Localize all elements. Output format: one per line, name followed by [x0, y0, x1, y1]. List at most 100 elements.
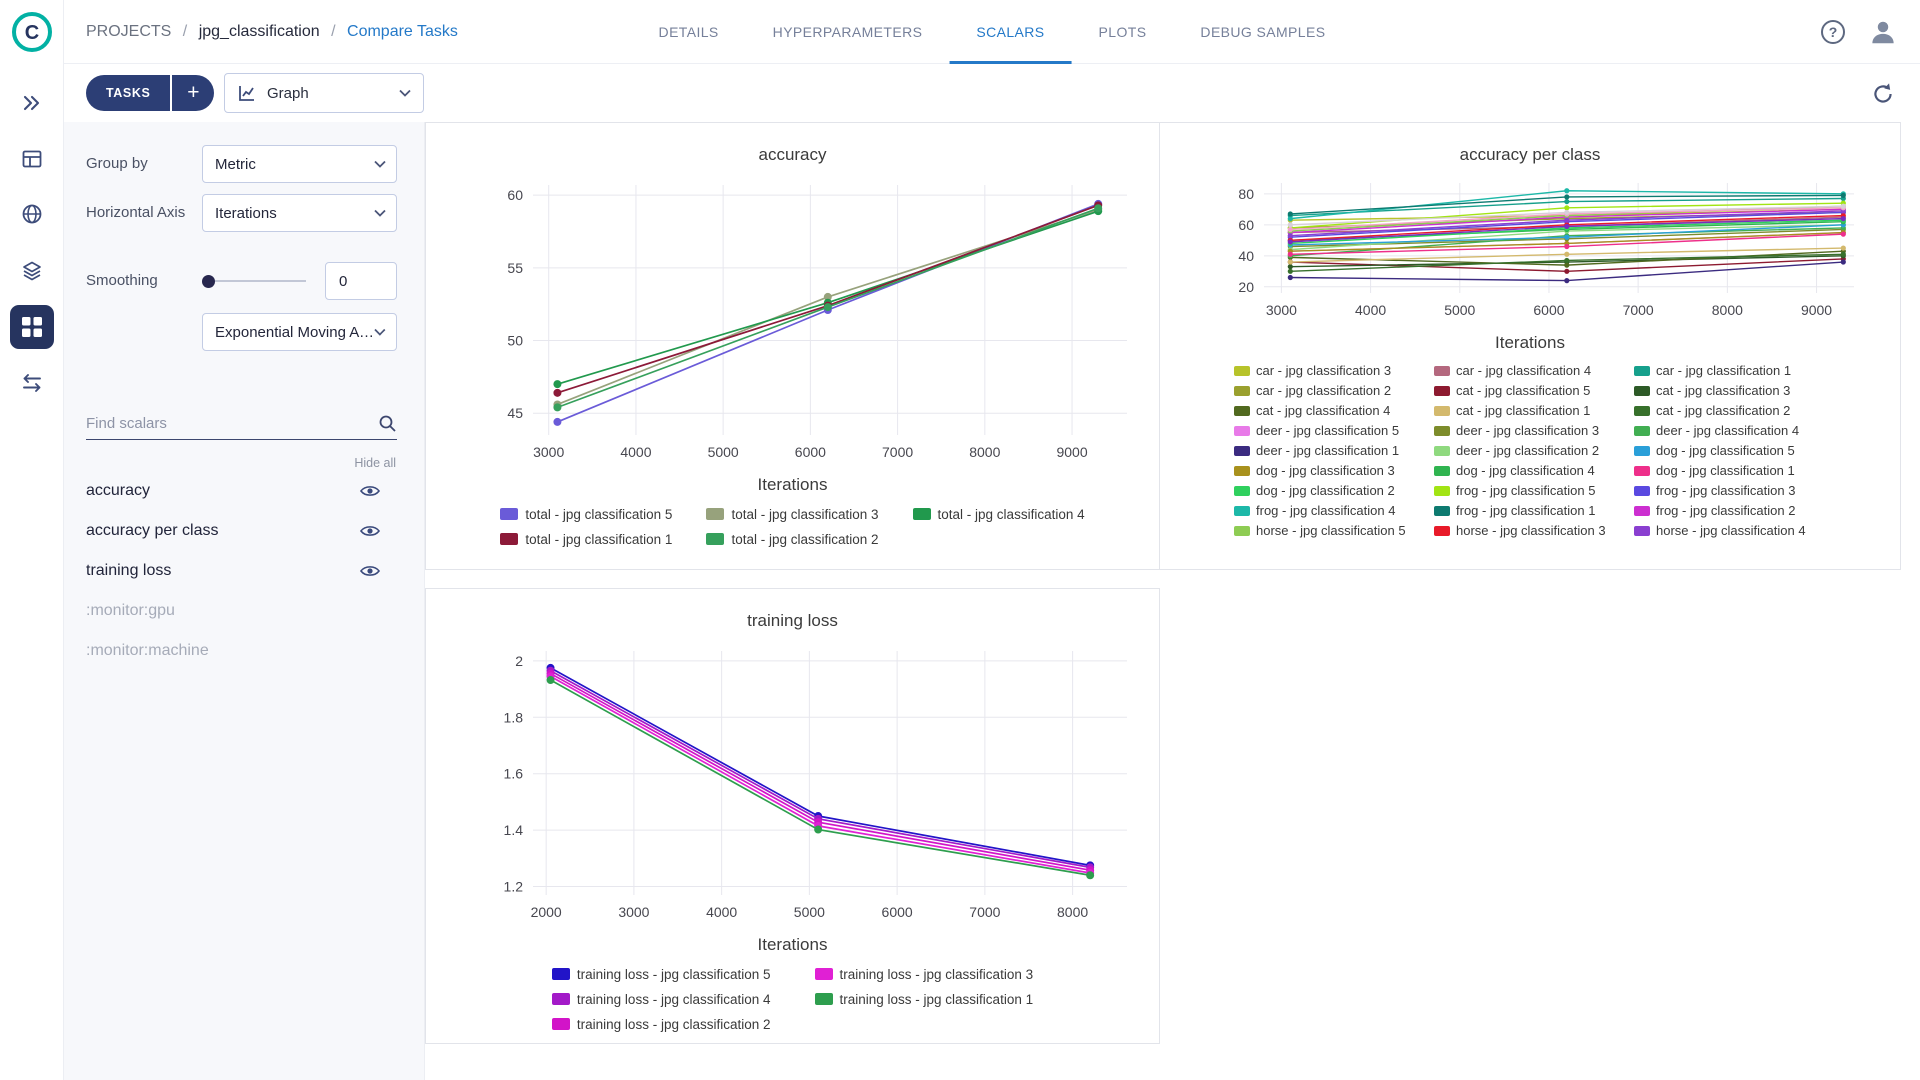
plot-accuracy[interactable]: 300040005000600070008000900045505560 [437, 169, 1149, 473]
tab-scalars[interactable]: SCALARS [949, 0, 1071, 64]
scalar-item-accuracy[interactable]: accuracy [64, 479, 425, 503]
legend-item[interactable]: deer - jpg classification 1 [1234, 442, 1426, 459]
legend-swatch [1434, 426, 1450, 436]
tab-details[interactable]: DETAILS [632, 0, 746, 64]
help-icon[interactable]: ? [1820, 19, 1846, 45]
legend-item[interactable]: total - jpg classification 3 [706, 504, 878, 524]
visibility-eye-icon[interactable] [360, 484, 380, 503]
legend-swatch [1234, 466, 1250, 476]
view-type-select[interactable]: Graph [224, 73, 424, 113]
legend-item[interactable]: total - jpg classification 4 [913, 504, 1085, 524]
legend-item[interactable]: training loss - jpg classification 3 [815, 964, 1034, 984]
scalar-item-training-loss[interactable]: training loss [64, 559, 425, 583]
legend-item[interactable]: car - jpg classification 2 [1234, 382, 1426, 399]
legend-item[interactable]: car - jpg classification 1 [1634, 362, 1826, 379]
legend-item[interactable]: frog - jpg classification 1 [1434, 502, 1626, 519]
group-by-select[interactable]: Metric [202, 145, 397, 183]
legend-item[interactable]: car - jpg classification 3 [1234, 362, 1426, 379]
legend-item[interactable]: frog - jpg classification 5 [1434, 482, 1626, 499]
nav-projects-icon[interactable] [10, 305, 54, 349]
help-glyph: ? [1829, 24, 1838, 40]
legend-item[interactable]: cat - jpg classification 3 [1634, 382, 1826, 399]
legend-label: frog - jpg classification 4 [1256, 503, 1395, 518]
top-header: PROJECTS / jpg_classification / Compare … [64, 0, 1920, 64]
legend-item[interactable]: training loss - jpg classification 2 [552, 1014, 771, 1034]
legend-item[interactable]: dog - jpg classification 5 [1634, 442, 1826, 459]
legend-item[interactable]: dog - jpg classification 2 [1234, 482, 1426, 499]
legend-item[interactable]: deer - jpg classification 4 [1634, 422, 1826, 439]
legend-item[interactable]: cat - jpg classification 1 [1434, 402, 1626, 419]
legend-item[interactable]: deer - jpg classification 3 [1434, 422, 1626, 439]
svg-text:8000: 8000 [1712, 302, 1743, 318]
legend-item[interactable]: total - jpg classification 5 [500, 504, 672, 524]
legend-item[interactable]: training loss - jpg classification 1 [815, 989, 1034, 1009]
legend-item[interactable]: training loss - jpg classification 4 [552, 989, 771, 1009]
legend-item[interactable]: cat - jpg classification 4 [1234, 402, 1426, 419]
svg-text:3000: 3000 [1266, 302, 1297, 318]
tasks-button[interactable]: TASKS [86, 75, 170, 111]
legend-item[interactable]: dog - jpg classification 4 [1434, 462, 1626, 479]
legend-item[interactable]: horse - jpg classification 5 [1234, 522, 1426, 539]
breadcrumb-projects[interactable]: PROJECTS [86, 23, 171, 40]
legend-item[interactable]: horse - jpg classification 2 [1434, 542, 1626, 545]
legend-label: frog - jpg classification 5 [1456, 483, 1595, 498]
legend-item[interactable]: horse - jpg classification 1 [1234, 542, 1426, 545]
horizontal-axis-select[interactable]: Iterations [202, 194, 397, 232]
legend-label: deer - jpg classification 4 [1656, 423, 1799, 438]
legend-item[interactable]: training loss - jpg classification 5 [552, 964, 771, 984]
hide-all-button[interactable]: Hide all [354, 456, 396, 470]
legend-item[interactable]: deer - jpg classification 5 [1234, 422, 1426, 439]
legend-label: training loss - jpg classification 4 [577, 992, 771, 1007]
legend-item[interactable]: car - jpg classification 5 [1634, 542, 1826, 545]
legend-item[interactable]: frog - jpg classification 4 [1234, 502, 1426, 519]
legend-item[interactable]: horse - jpg classification 3 [1434, 522, 1626, 539]
smoothing-value-input[interactable] [325, 262, 397, 300]
legend-swatch [1234, 386, 1250, 396]
legend-item[interactable]: total - jpg classification 1 [500, 529, 672, 549]
legend-item[interactable]: dog - jpg classification 3 [1234, 462, 1426, 479]
legend-item[interactable]: horse - jpg classification 4 [1634, 522, 1826, 539]
legend-item[interactable]: total - jpg classification 2 [706, 529, 878, 549]
smoothing-slider[interactable] [202, 274, 306, 288]
chart-legend: total - jpg classification 5 total - jpg … [500, 504, 1084, 549]
nav-pipelines-icon[interactable] [20, 371, 44, 395]
legend-item[interactable]: frog - jpg classification 3 [1634, 482, 1826, 499]
search-icon[interactable] [378, 414, 397, 433]
tab-hyperparameters[interactable]: HYPERPARAMETERS [746, 0, 950, 64]
add-task-button[interactable]: + [172, 75, 214, 111]
legend-item[interactable]: cat - jpg classification 2 [1634, 402, 1826, 419]
scalar-item-monitor-machine[interactable]: :monitor:machine [64, 639, 425, 663]
legend-swatch [1434, 486, 1450, 496]
tab-debug-samples[interactable]: DEBUG SAMPLES [1173, 0, 1352, 64]
user-avatar[interactable] [1868, 17, 1898, 47]
visibility-eye-icon[interactable] [360, 564, 380, 583]
chevron-down-icon [374, 328, 386, 336]
nav-workers-icon[interactable] [20, 202, 44, 226]
smoothing-slider-knob[interactable] [202, 275, 215, 288]
legend-item[interactable]: deer - jpg classification 2 [1434, 442, 1626, 459]
legend-item[interactable]: car - jpg classification 4 [1434, 362, 1626, 379]
smoothing-algorithm-select[interactable]: Exponential Moving Av... [202, 313, 397, 351]
nav-queues-icon[interactable] [20, 147, 44, 171]
legend-item[interactable]: cat - jpg classification 5 [1434, 382, 1626, 399]
legend-item[interactable]: frog - jpg classification 2 [1634, 502, 1826, 519]
plot-accuracy-per-class[interactable]: 300040005000600070008000900020406080 [1180, 169, 1880, 331]
find-scalars-input[interactable] [86, 410, 366, 436]
legend-label: frog - jpg classification 2 [1656, 503, 1795, 518]
nav-getting-started-icon[interactable] [20, 91, 44, 115]
legend-swatch [552, 968, 570, 980]
scalar-item-accuracy-per-class[interactable]: accuracy per class [64, 519, 425, 543]
legend-item[interactable]: dog - jpg classification 1 [1634, 462, 1826, 479]
svg-text:80: 80 [1238, 186, 1254, 202]
nav-datasets-icon[interactable] [20, 259, 44, 283]
legend-swatch [1634, 446, 1650, 456]
clearml-logo[interactable]: C [10, 10, 54, 54]
tab-plots[interactable]: PLOTS [1072, 0, 1174, 64]
scalar-item-monitor-gpu[interactable]: :monitor:gpu [64, 599, 425, 623]
breadcrumb-project[interactable]: jpg_classification [199, 23, 320, 40]
plot-training-loss[interactable]: 20003000400050006000700080001.21.41.61.8… [437, 635, 1149, 933]
auto-refresh-icon[interactable] [1870, 81, 1896, 107]
svg-text:4000: 4000 [620, 444, 651, 460]
legend-label: cat - jpg classification 4 [1256, 403, 1390, 418]
visibility-eye-icon[interactable] [360, 524, 380, 543]
